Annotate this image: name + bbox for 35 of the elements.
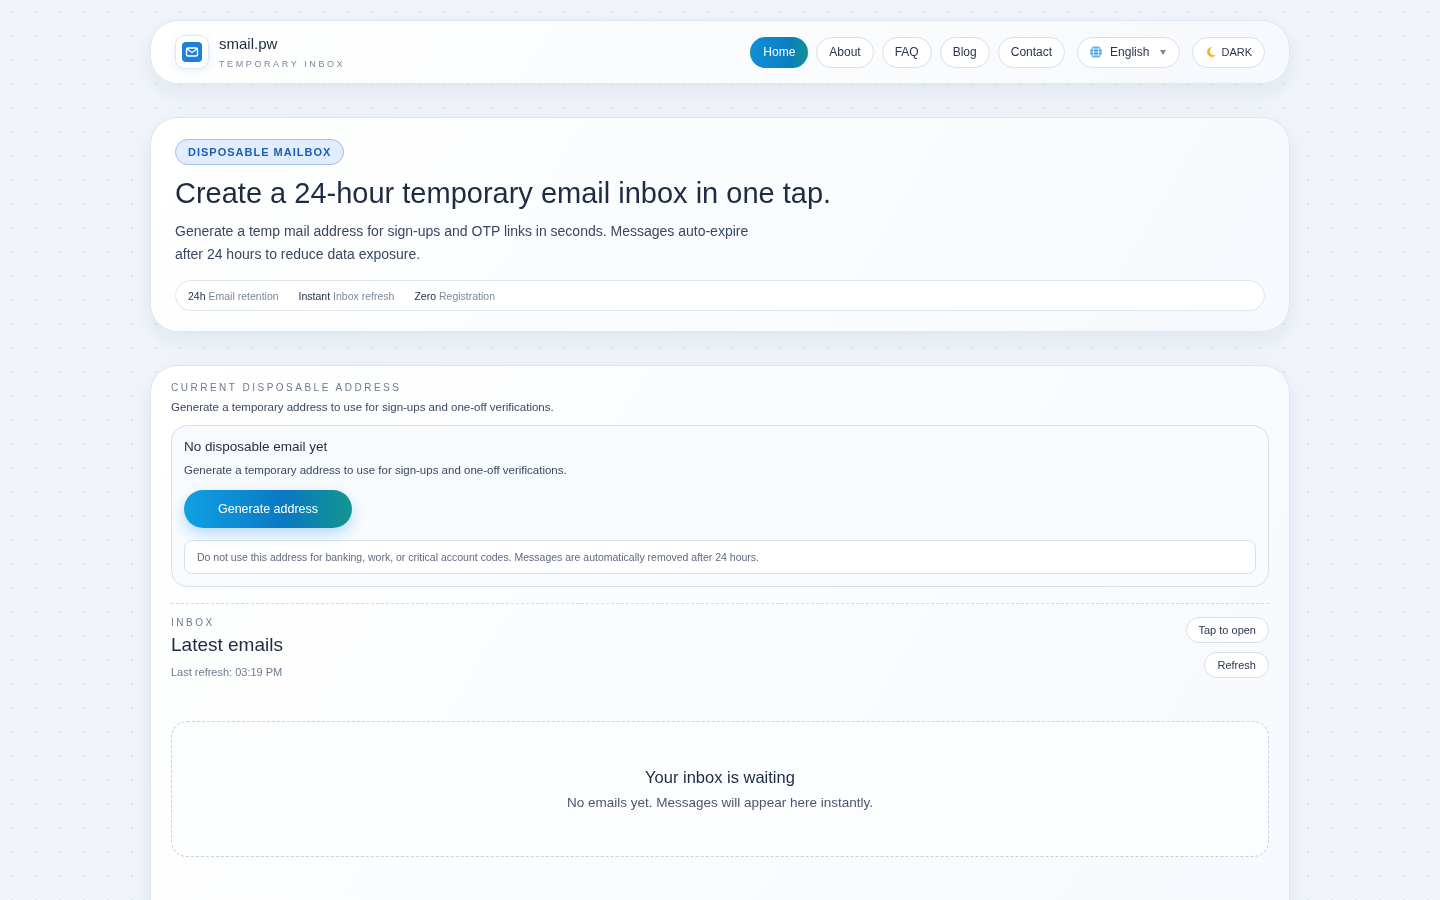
generate-button[interactable]: Generate address: [184, 490, 352, 528]
moon-icon: [1205, 46, 1218, 58]
theme-toggle[interactable]: DARK: [1192, 36, 1265, 68]
section-label: INBOX: [171, 617, 216, 628]
stat-label: Email retention: [208, 289, 279, 302]
stat-label: Inbox refresh: [333, 289, 395, 302]
section-badge: DISPOSABLE MAILBOX: [175, 139, 345, 165]
section-description: Generate a temporary address to use for sign-ups and one-off verifications.: [171, 401, 555, 413]
nav-link[interactable]: Contact: [997, 36, 1066, 68]
empty-inbox-title: Your inbox is waiting: [645, 768, 795, 787]
nav-link[interactable]: Blog: [939, 36, 990, 68]
stat-label: Registration: [439, 289, 496, 302]
warning-note: Do not use this address for banking, work, or critical account codes. Messages are automatically removed after 24 hours.: [184, 540, 1256, 574]
site-name: smail.pw: [219, 35, 279, 52]
inbox-button[interactable]: Refresh: [1204, 652, 1269, 678]
nav-link[interactable]: FAQ: [881, 36, 932, 68]
inbox-button[interactable]: Tap to open: [1185, 617, 1269, 643]
stat-value: 24h: [188, 289, 206, 302]
site-tagline: TEMPORARY INBOX: [219, 59, 346, 69]
hero-title: Create a 24-hour temporary email inbox in one tap.: [175, 177, 832, 210]
empty-state-text: Generate a temporary address to use for sign-ups and one-off verifications.: [184, 464, 568, 476]
section-label: CURRENT DISPOSABLE ADDRESS: [171, 382, 403, 393]
language-select[interactable]: English: [1077, 36, 1181, 68]
last-refresh-time: Last refresh: 03:19 PM: [171, 666, 283, 678]
empty-state-title: No disposable email yet: [184, 439, 329, 454]
nav-link[interactable]: About: [816, 36, 874, 68]
empty-inbox-text: No emails yet. Messages will appear here instantly.: [567, 795, 873, 810]
inbox-title: Latest emails: [171, 634, 283, 656]
mail-icon[interactable]: [175, 35, 209, 69]
stat-value: Zero: [414, 289, 436, 302]
nav-link[interactable]: Home: [750, 36, 809, 68]
caret-icon: [1160, 49, 1167, 55]
globe-icon: [1089, 45, 1104, 59]
hero-description: Generate a temp mail address for sign-ups and OTP links in seconds. Messages auto-expire after 24 hours to reduce data exposure.: [175, 222, 750, 264]
stat-value: Instant: [298, 289, 331, 302]
